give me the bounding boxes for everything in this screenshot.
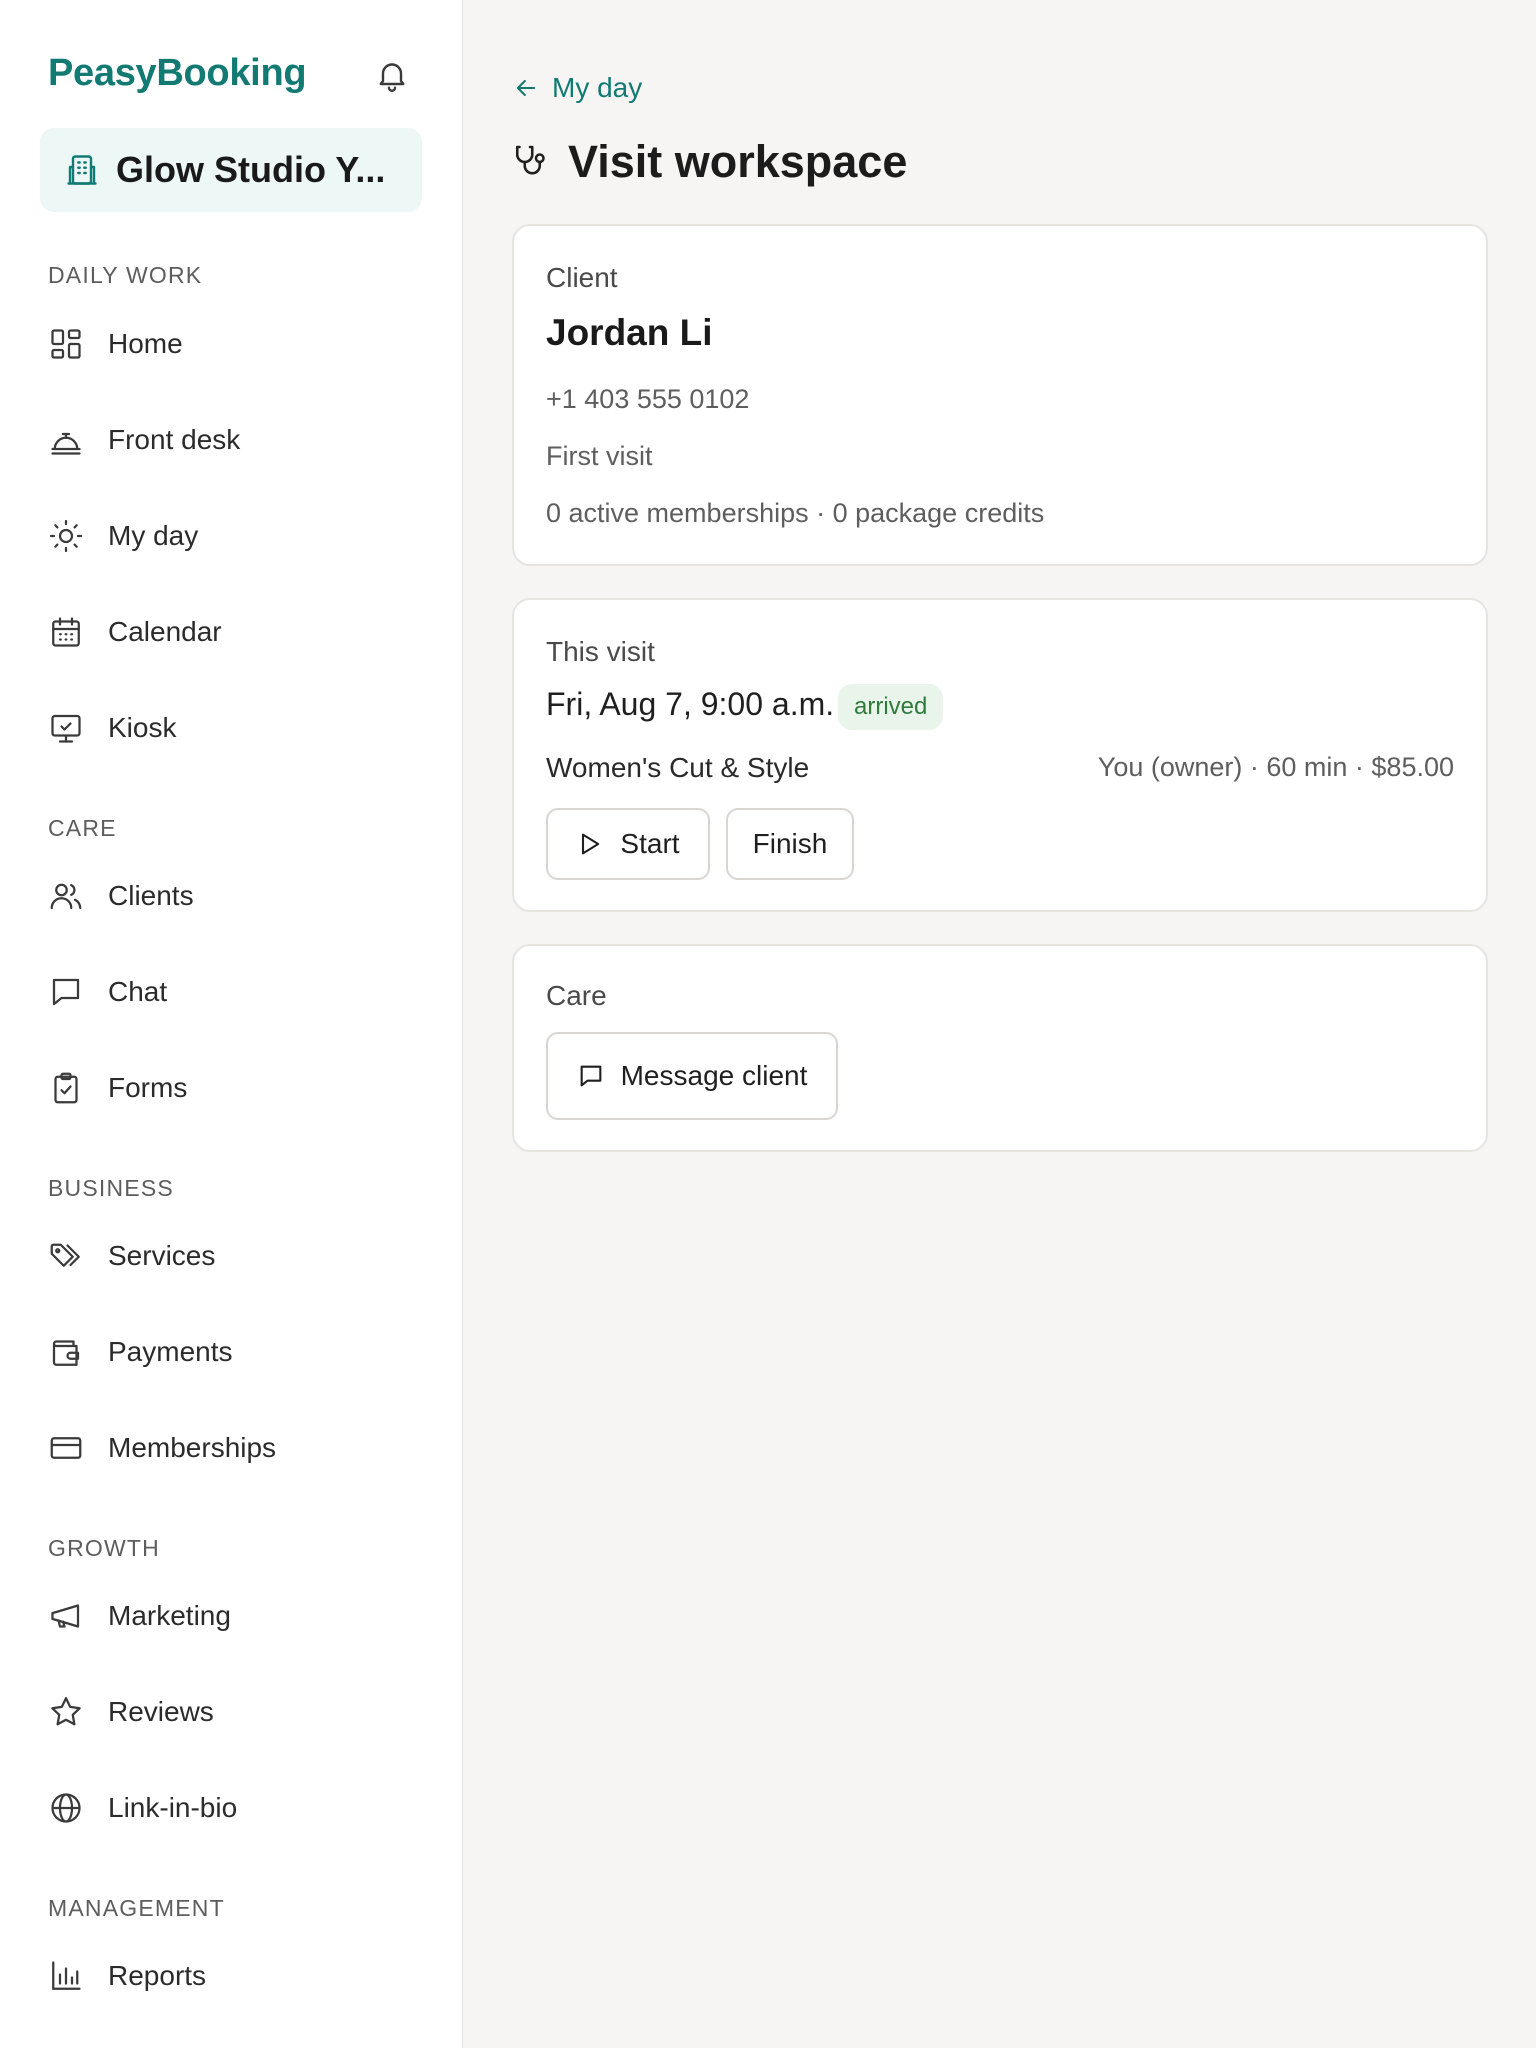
visit-card: This visit Fri, Aug 7, 9:00 a.m. arrived… xyxy=(512,598,1488,912)
client-visit-status: First visit xyxy=(546,441,653,471)
client-name: Jordan Li xyxy=(546,312,713,353)
client-card: Client Jordan Li +1 403 555 0102 First v… xyxy=(512,224,1488,566)
calendar-icon xyxy=(52,617,80,647)
tags-icon xyxy=(50,1243,80,1267)
wallet-icon xyxy=(52,1340,80,1366)
sidebar-item-calendar[interactable]: Calendar xyxy=(48,610,222,654)
back-link[interactable]: My day xyxy=(512,72,642,104)
message-client-button[interactable]: Message client xyxy=(546,1032,838,1120)
client-summary: 0 active memberships · 0 package credits xyxy=(546,498,1045,528)
start-button[interactable]: Start xyxy=(546,808,710,880)
sidebar: PeasyBooking Glow Studio Y... DAILY WORK… xyxy=(0,0,463,2048)
sun-icon xyxy=(49,519,83,553)
client-phone: +1 403 555 0102 xyxy=(546,384,750,414)
bar-chart-icon xyxy=(52,1961,81,1990)
visit-meta: You (owner) · 60 min · $85.00 xyxy=(1097,752,1454,782)
star-icon xyxy=(51,1697,81,1726)
sidebar-item-reviews[interactable]: Reviews xyxy=(48,1690,214,1734)
sidebar-item-services[interactable]: Services xyxy=(48,1234,215,1278)
sidebar-item-memberships[interactable]: Memberships xyxy=(48,1426,276,1470)
megaphone-icon xyxy=(51,1604,80,1628)
sidebar-item-chat[interactable]: Chat xyxy=(48,970,167,1014)
section-label-care: CARE xyxy=(48,815,117,841)
sidebar-item-home[interactable]: Home xyxy=(48,322,183,366)
section-label-growth: GROWTH xyxy=(48,1535,160,1561)
client-card-label: Client xyxy=(546,262,618,293)
status-badge: arrived xyxy=(838,684,944,730)
section-label-daily-work: DAILY WORK xyxy=(48,262,203,288)
sidebar-item-kiosk[interactable]: Kiosk xyxy=(48,706,176,750)
chat-icon xyxy=(52,978,80,1006)
page-header: Visit workspace xyxy=(512,136,907,188)
sidebar-item-clients[interactable]: Clients xyxy=(48,874,194,918)
care-card: Care Message client xyxy=(512,944,1488,1152)
sidebar-item-reports[interactable]: Reports xyxy=(48,1954,206,1998)
clipboard-check-icon xyxy=(54,1072,78,1104)
arrow-left-icon xyxy=(516,79,536,97)
stethoscope-icon xyxy=(515,145,545,175)
page-title: Visit workspace xyxy=(568,136,908,187)
section-label-business: BUSINESS xyxy=(48,1175,174,1201)
visit-service: Women's Cut & Style xyxy=(546,752,810,783)
visit-card-label: This visit xyxy=(546,636,655,667)
chat-icon xyxy=(580,1065,601,1087)
sidebar-item-my-day[interactable]: My day xyxy=(48,514,198,558)
play-icon xyxy=(582,833,600,855)
sidebar-item-link-in-bio[interactable]: Link-in-bio xyxy=(48,1786,237,1830)
service-bell-icon xyxy=(51,432,81,455)
building-icon xyxy=(67,155,97,185)
section-label-management: MANAGEMENT xyxy=(48,1895,225,1921)
users-icon xyxy=(50,883,82,910)
sidebar-item-forms[interactable]: Forms xyxy=(48,1066,187,1110)
grid-icon xyxy=(51,329,81,359)
globe-icon xyxy=(51,1793,81,1823)
visit-datetime: Fri, Aug 7, 9:00 a.m. xyxy=(546,686,835,722)
workspace-switcher[interactable]: Glow Studio Y... xyxy=(40,128,422,212)
sidebar-item-front-desk[interactable]: Front desk xyxy=(48,418,240,462)
brand-logo[interactable]: PeasyBooking xyxy=(48,52,307,95)
care-card-label: Care xyxy=(546,980,607,1011)
card-icon xyxy=(50,1437,82,1459)
notifications-bell-icon[interactable] xyxy=(374,56,410,94)
workspace-name: Glow Studio Y... xyxy=(116,149,386,190)
finish-button[interactable]: Finish xyxy=(726,808,854,880)
sidebar-item-payments[interactable]: Payments xyxy=(48,1330,233,1374)
monitor-icon xyxy=(51,714,81,743)
sidebar-item-marketing[interactable]: Marketing xyxy=(48,1594,231,1638)
back-link-label: My day xyxy=(552,72,643,103)
